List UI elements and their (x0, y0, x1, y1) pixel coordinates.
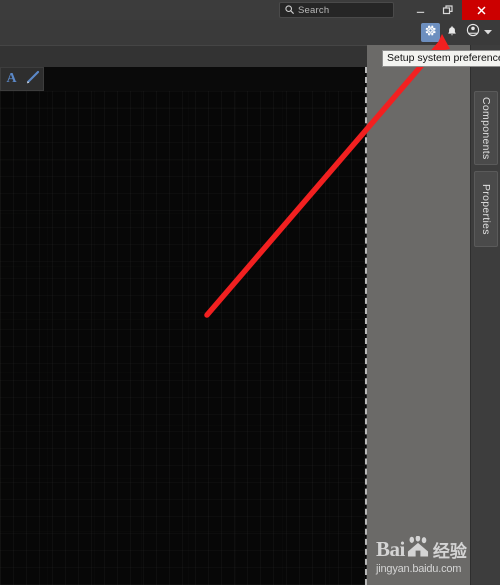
tab-components-label: Components (480, 96, 492, 160)
search-input[interactable]: Search (279, 2, 394, 18)
watermark-url: jingyan.baidu.com (376, 563, 462, 575)
top-toolbar (0, 20, 500, 45)
text-tool-button[interactable]: A (1, 68, 22, 90)
settings-button[interactable] (421, 23, 440, 42)
pen-tool-button[interactable] (22, 68, 43, 90)
search-placeholder-text: Search (298, 4, 330, 16)
baidu-watermark: Bai 经验 jingyan.baidu.com (376, 535, 467, 575)
close-button[interactable] (462, 0, 500, 20)
design-canvas[interactable] (0, 67, 366, 585)
pen-tool-icon (25, 69, 41, 90)
right-properties-panel (367, 45, 470, 585)
watermark-logo-row: Bai 经验 (376, 535, 467, 562)
right-tab-strip: Components Properties (470, 45, 500, 585)
restore-button[interactable] (434, 0, 462, 20)
search-icon (285, 1, 294, 19)
watermark-brand: Bai (376, 536, 405, 561)
canvas-top-strip (0, 67, 366, 91)
sidebar-item-properties[interactable]: Properties (474, 171, 498, 247)
toolbar-icon-group (421, 23, 500, 42)
text-tool-icon: A (6, 71, 17, 86)
sidebar-item-components[interactable]: Components (474, 91, 498, 165)
tab-properties-label: Properties (480, 183, 492, 235)
title-bar: Search (0, 0, 500, 20)
bell-icon (446, 24, 458, 42)
account-dropdown-caret[interactable] (484, 29, 494, 37)
application-window: Search A Components Properties Setup sys… (0, 0, 500, 585)
watermark-brand-cn: 经验 (432, 541, 467, 561)
account-button[interactable] (463, 23, 482, 42)
notifications-button[interactable] (442, 23, 461, 42)
minimize-button[interactable] (406, 0, 434, 20)
gear-icon (424, 24, 437, 42)
drawing-tool-strip: A (0, 67, 44, 91)
settings-tooltip: Setup system preferences (382, 50, 500, 67)
account-icon (466, 23, 480, 42)
baidu-paw-icon (406, 535, 430, 562)
